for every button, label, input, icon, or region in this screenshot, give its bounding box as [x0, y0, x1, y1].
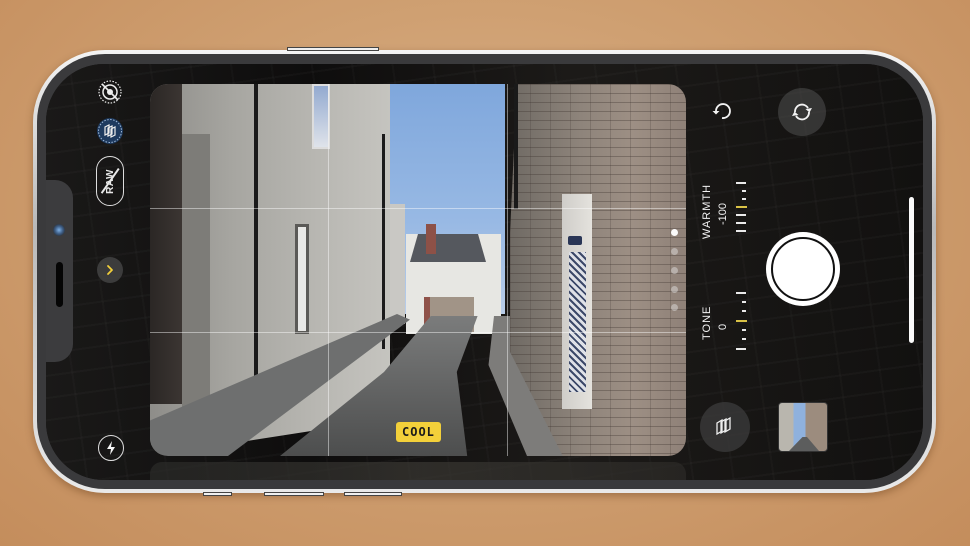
tick [742, 338, 746, 340]
tick [742, 190, 746, 192]
drainpipe [514, 84, 518, 209]
tone-label: TONE [701, 305, 713, 340]
earpiece-speaker [56, 262, 63, 307]
photographic-styles-button[interactable] [700, 402, 750, 452]
rotate-icon [712, 103, 731, 119]
drainpipe [254, 84, 258, 414]
switch-camera-button[interactable] [778, 88, 826, 136]
page-dot[interactable] [671, 248, 678, 255]
live-photo-button[interactable] [96, 78, 124, 106]
rotate-button[interactable] [708, 97, 736, 125]
left-wall-recess [182, 134, 210, 434]
tick [736, 292, 746, 294]
drainpipe [382, 134, 385, 349]
tick [742, 301, 746, 303]
flash-button[interactable] [98, 435, 124, 461]
page-dot[interactable] [671, 229, 678, 236]
live-photo-off-icon [98, 80, 122, 104]
volume-button [287, 47, 379, 51]
tick [736, 214, 746, 216]
chimney [426, 224, 436, 254]
tone-value: 0 [717, 323, 729, 330]
raw-button[interactable]: RAW [96, 156, 124, 206]
notch [46, 180, 73, 362]
side-window [295, 224, 309, 334]
brick-wall [510, 84, 686, 456]
shutter-inner [771, 237, 835, 301]
grid-line [507, 84, 508, 456]
switch-camera-icon [792, 103, 812, 121]
tick [736, 230, 746, 232]
chevron-right-icon [107, 265, 113, 275]
warmth-ticks[interactable] [736, 182, 748, 242]
front-camera-icon [53, 224, 65, 236]
photographic-styles-icon [716, 416, 731, 436]
tick [736, 222, 746, 224]
grid-line [328, 84, 329, 456]
far-roof [410, 234, 486, 262]
tick [736, 182, 746, 184]
tick [742, 329, 746, 331]
warmth-indicator [736, 206, 747, 208]
tone-slider[interactable]: TONE 0 [700, 290, 750, 356]
macro-icon [98, 119, 122, 143]
tone-ticks[interactable] [736, 292, 748, 356]
tick [736, 348, 746, 350]
mute-switch [203, 492, 232, 496]
home-indicator[interactable] [909, 197, 914, 343]
page-dot[interactable] [671, 304, 678, 311]
flash-icon [107, 441, 115, 455]
volume-down-button [344, 492, 402, 496]
shutter-button[interactable] [766, 232, 840, 306]
volume-up-button [264, 492, 324, 496]
thumbnail-image [789, 437, 819, 451]
grid-line [150, 208, 686, 209]
left-door [150, 84, 182, 404]
warmth-value: -100 [717, 202, 729, 225]
expand-controls-button[interactable] [97, 257, 123, 283]
camera-screen: COOL RAW [46, 64, 923, 480]
macro-button[interactable] [97, 118, 123, 144]
viewfinder[interactable]: COOL [150, 84, 686, 456]
warmth-slider[interactable]: WARMTH -100 [700, 179, 750, 245]
tone-indicator [736, 320, 747, 322]
viewfinder-scene [150, 84, 686, 456]
grid-line [150, 332, 686, 333]
warmth-label: WARMTH [701, 183, 713, 239]
house-number-plaque [568, 236, 582, 245]
style-page-indicator[interactable] [671, 229, 679, 319]
page-dot[interactable] [671, 286, 678, 293]
tick [742, 310, 746, 312]
viewfinder-reflection [150, 462, 686, 480]
last-photo-thumbnail[interactable] [778, 402, 828, 452]
decorative-tiles [569, 252, 586, 392]
tick [742, 198, 746, 200]
style-badge: COOL [396, 422, 441, 442]
page-dot[interactable] [671, 267, 678, 274]
